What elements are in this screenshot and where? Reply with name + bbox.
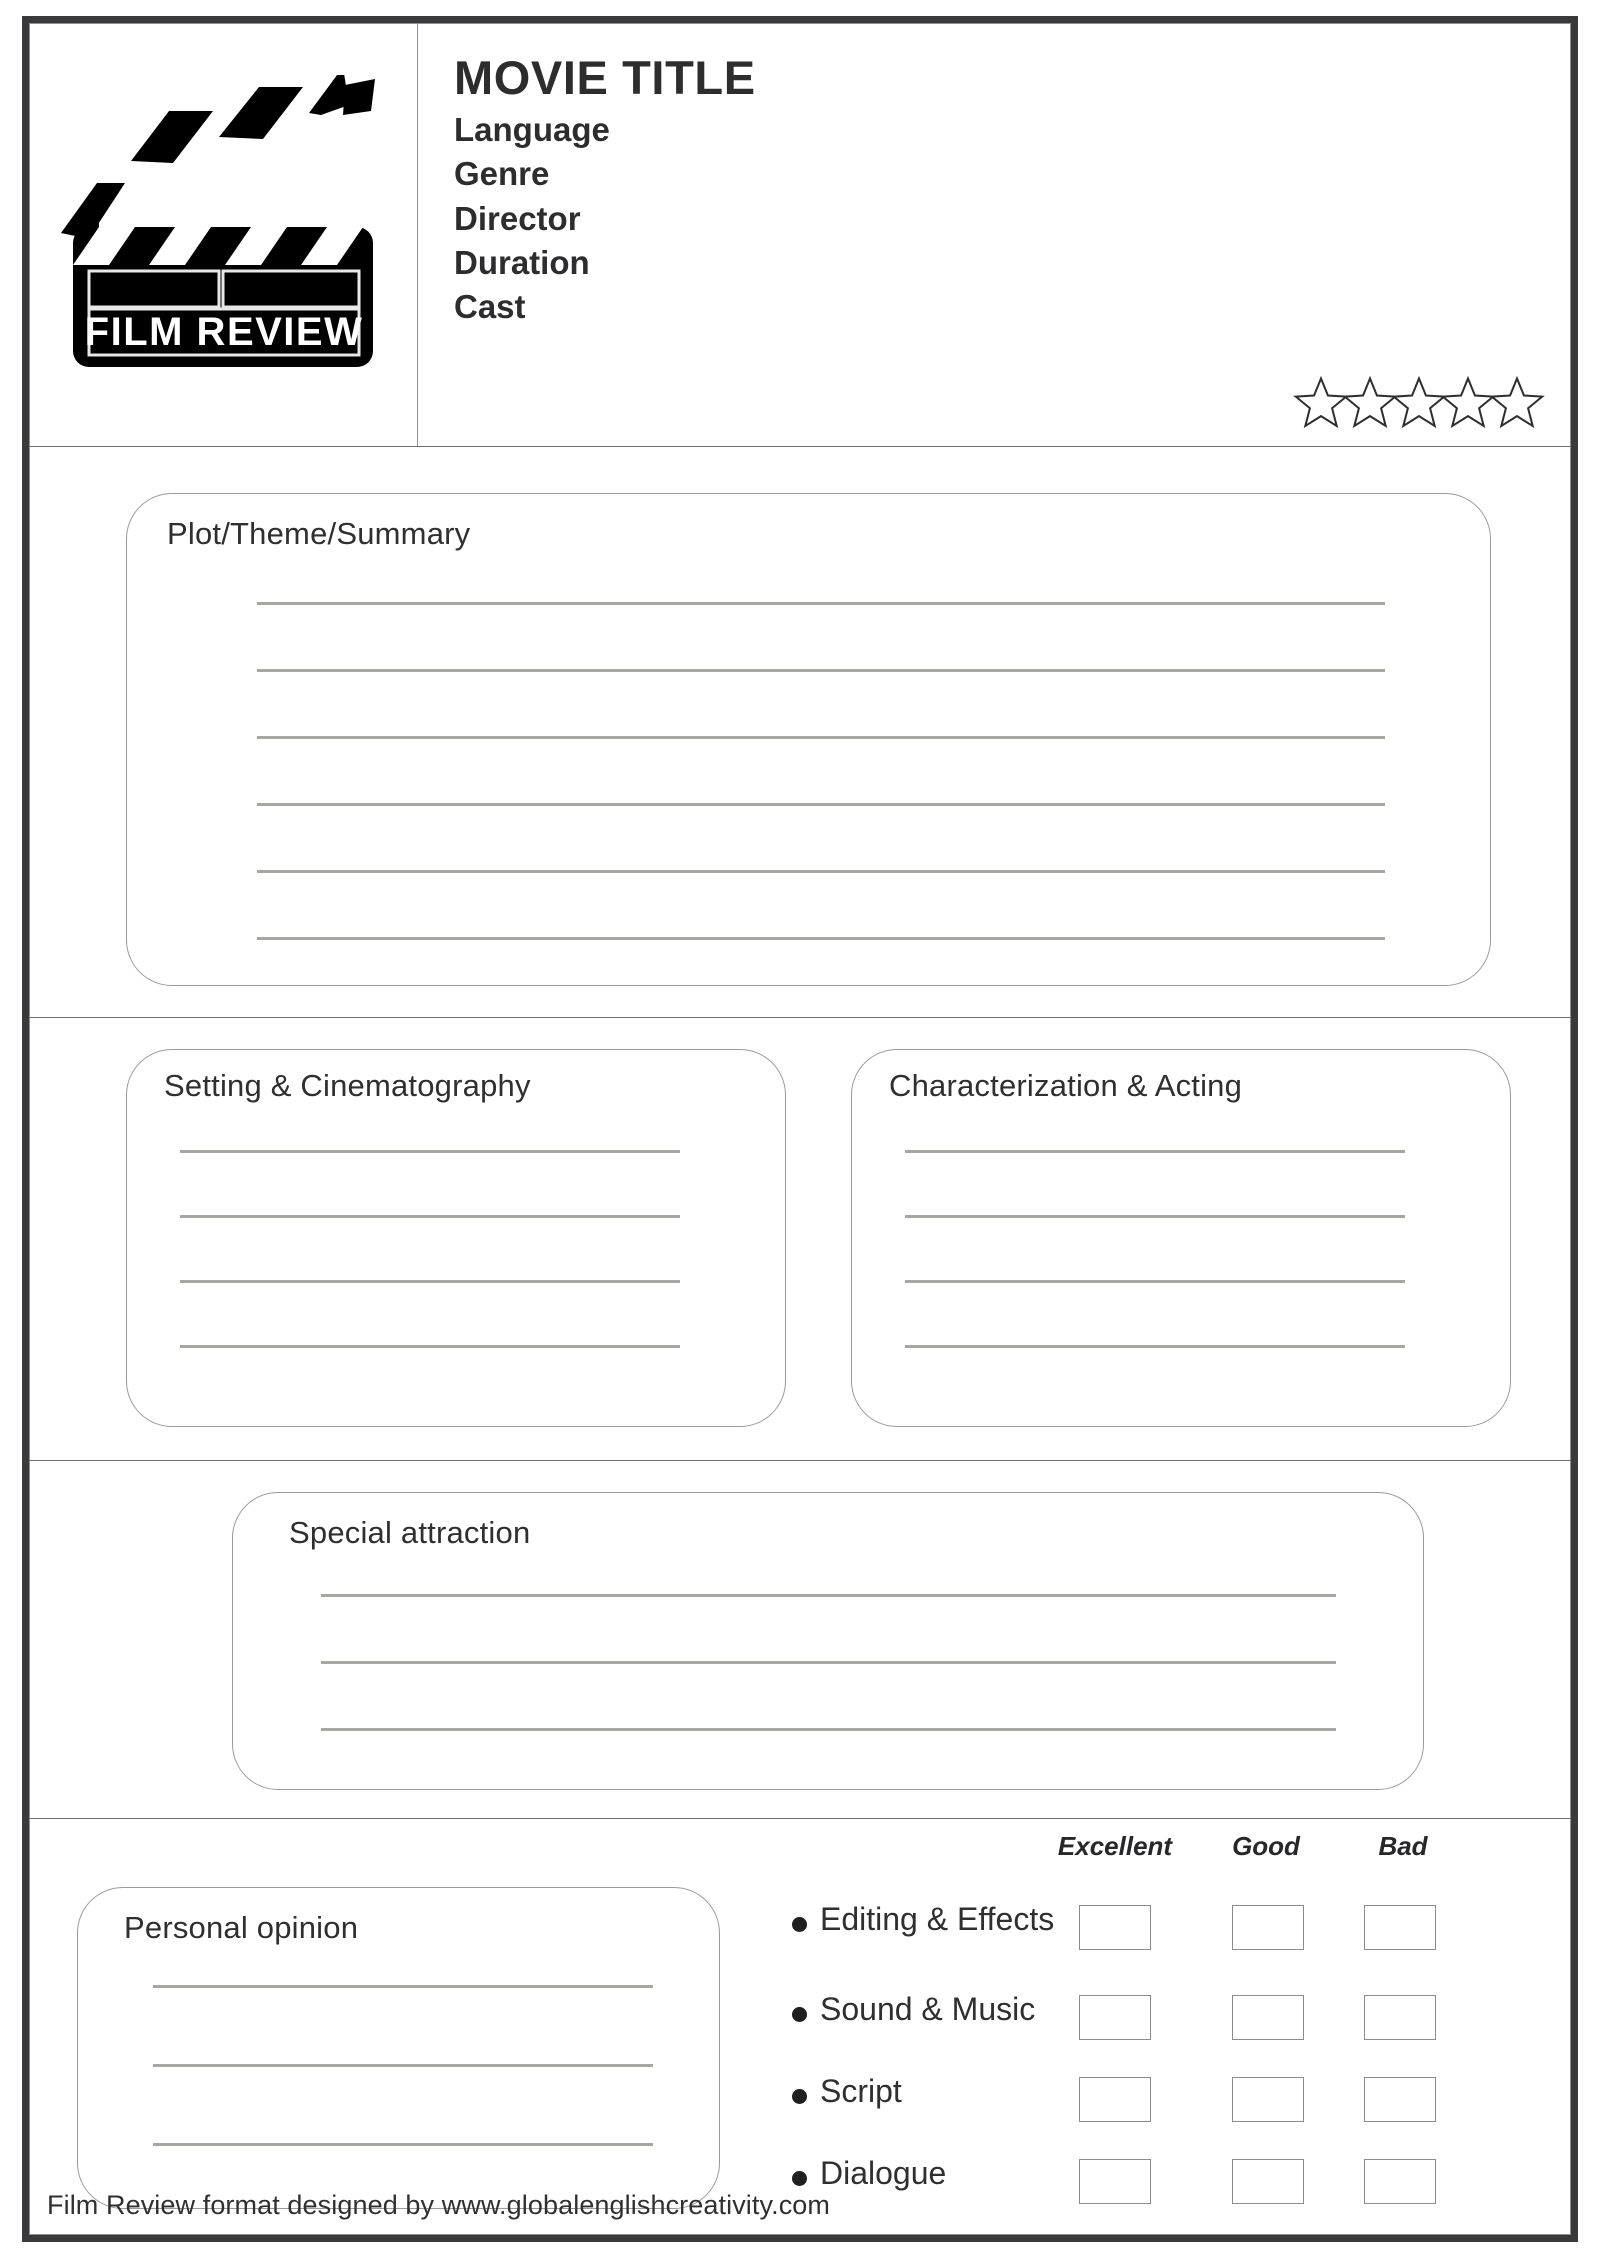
rating-checkbox-excellent[interactable] bbox=[1079, 1995, 1151, 2040]
star-outline-icon[interactable] bbox=[1293, 375, 1349, 429]
plot-summary-box[interactable]: Plot/Theme/Summary bbox=[126, 493, 1491, 986]
writing-line[interactable] bbox=[180, 1345, 680, 1348]
rating-checkbox-excellent[interactable] bbox=[1079, 2077, 1151, 2122]
characterization-acting-box[interactable]: Characterization & Acting bbox=[851, 1049, 1511, 1427]
writing-line[interactable] bbox=[257, 870, 1385, 873]
writing-line[interactable] bbox=[180, 1150, 680, 1153]
writing-line[interactable] bbox=[321, 1594, 1336, 1597]
bullet-icon bbox=[792, 2171, 807, 2186]
bullet-icon bbox=[792, 2007, 807, 2022]
rating-checkbox-bad[interactable] bbox=[1364, 2159, 1436, 2204]
field-director: Director bbox=[454, 199, 581, 237]
section-divider bbox=[29, 1017, 1571, 1018]
writing-line[interactable] bbox=[180, 1280, 680, 1283]
ratings-table: Excellent Good Bad Editing & Effects Sou… bbox=[774, 1831, 1514, 2211]
writing-line[interactable] bbox=[905, 1215, 1405, 1218]
rating-row: Editing & Effects bbox=[774, 1899, 1514, 1953]
rating-checkbox-good[interactable] bbox=[1232, 1905, 1304, 1950]
movie-meta: MOVIE TITLE Language Genre Director Dura… bbox=[454, 51, 756, 330]
rating-row: Dialogue bbox=[774, 2153, 1514, 2207]
header: FILM REVIEW MOVIE TITLE Language Genre D… bbox=[29, 23, 1571, 446]
rating-checkbox-good[interactable] bbox=[1232, 1995, 1304, 2040]
rating-column-header-bad: Bad bbox=[1378, 1831, 1428, 1861]
writing-line[interactable] bbox=[180, 1215, 680, 1218]
rating-criterion-label: Sound & Music bbox=[820, 1991, 1036, 2027]
special-attraction-box[interactable]: Special attraction bbox=[232, 1492, 1424, 1790]
bullet-icon bbox=[792, 2089, 807, 2104]
field-cast: Cast bbox=[454, 288, 526, 326]
section-divider bbox=[29, 1460, 1571, 1461]
rating-checkbox-bad[interactable] bbox=[1364, 1905, 1436, 1950]
writing-line[interactable] bbox=[905, 1280, 1405, 1283]
rating-column-header-good: Good bbox=[1232, 1831, 1300, 1861]
rating-column-header-excellent: Excellent bbox=[1057, 1831, 1173, 1861]
field-duration: Duration bbox=[454, 243, 590, 281]
writing-line[interactable] bbox=[905, 1150, 1405, 1153]
film-review-worksheet: FILM REVIEW MOVIE TITLE Language Genre D… bbox=[0, 0, 1600, 2258]
star-outline-icon[interactable] bbox=[1489, 375, 1545, 429]
personal-opinion-label: Personal opinion bbox=[124, 1910, 359, 1945]
page-title: MOVIE TITLE bbox=[454, 51, 756, 104]
header-vertical-divider bbox=[417, 23, 418, 446]
writing-line[interactable] bbox=[257, 803, 1385, 806]
bullet-icon bbox=[792, 1917, 807, 1932]
writing-line[interactable] bbox=[153, 1985, 653, 1988]
rating-checkbox-good[interactable] bbox=[1232, 2159, 1304, 2204]
setting-cinematography-box[interactable]: Setting & Cinematography bbox=[126, 1049, 786, 1427]
writing-line[interactable] bbox=[257, 736, 1385, 739]
setting-cinematography-label: Setting & Cinematography bbox=[164, 1068, 531, 1103]
writing-line[interactable] bbox=[321, 1661, 1336, 1664]
star-outline-icon[interactable] bbox=[1440, 375, 1496, 429]
rating-checkbox-bad[interactable] bbox=[1364, 2077, 1436, 2122]
logo-caption: FILM REVIEW bbox=[85, 310, 364, 354]
characterization-acting-label: Characterization & Acting bbox=[889, 1068, 1243, 1103]
writing-line[interactable] bbox=[257, 937, 1385, 940]
plot-summary-label: Plot/Theme/Summary bbox=[167, 516, 471, 551]
personal-opinion-box[interactable]: Personal opinion bbox=[77, 1887, 720, 2209]
special-attraction-label: Special attraction bbox=[289, 1515, 531, 1550]
rating-criterion-label: Editing & Effects bbox=[820, 1901, 1055, 1937]
section-divider bbox=[29, 1818, 1571, 1819]
writing-line[interactable] bbox=[257, 602, 1385, 605]
writing-line[interactable] bbox=[153, 2143, 653, 2146]
page-frame: FILM REVIEW MOVIE TITLE Language Genre D… bbox=[22, 16, 1578, 2242]
rating-criterion-label: Script bbox=[820, 2073, 902, 2109]
rating-checkbox-bad[interactable] bbox=[1364, 1995, 1436, 2040]
writing-line[interactable] bbox=[257, 669, 1385, 672]
clapperboard-icon: FILM REVIEW bbox=[53, 75, 393, 375]
writing-line[interactable] bbox=[321, 1728, 1336, 1731]
section-divider bbox=[29, 446, 1571, 447]
footer-credit: Film Review format designed by www.globa… bbox=[47, 2190, 831, 2220]
rating-checkbox-excellent[interactable] bbox=[1079, 2159, 1151, 2204]
field-genre: Genre bbox=[454, 155, 550, 193]
rating-row: Script bbox=[774, 2071, 1514, 2125]
writing-line[interactable] bbox=[153, 2064, 653, 2067]
star-outline-icon[interactable] bbox=[1391, 375, 1447, 429]
rating-checkbox-good[interactable] bbox=[1232, 2077, 1304, 2122]
field-language: Language bbox=[454, 110, 610, 148]
writing-line[interactable] bbox=[905, 1345, 1405, 1348]
rating-criterion-label: Dialogue bbox=[820, 2155, 947, 2191]
rating-row: Sound & Music bbox=[774, 1989, 1514, 2043]
rating-checkbox-excellent[interactable] bbox=[1079, 1905, 1151, 1950]
star-rating[interactable] bbox=[1293, 375, 1545, 429]
star-outline-icon[interactable] bbox=[1342, 375, 1398, 429]
